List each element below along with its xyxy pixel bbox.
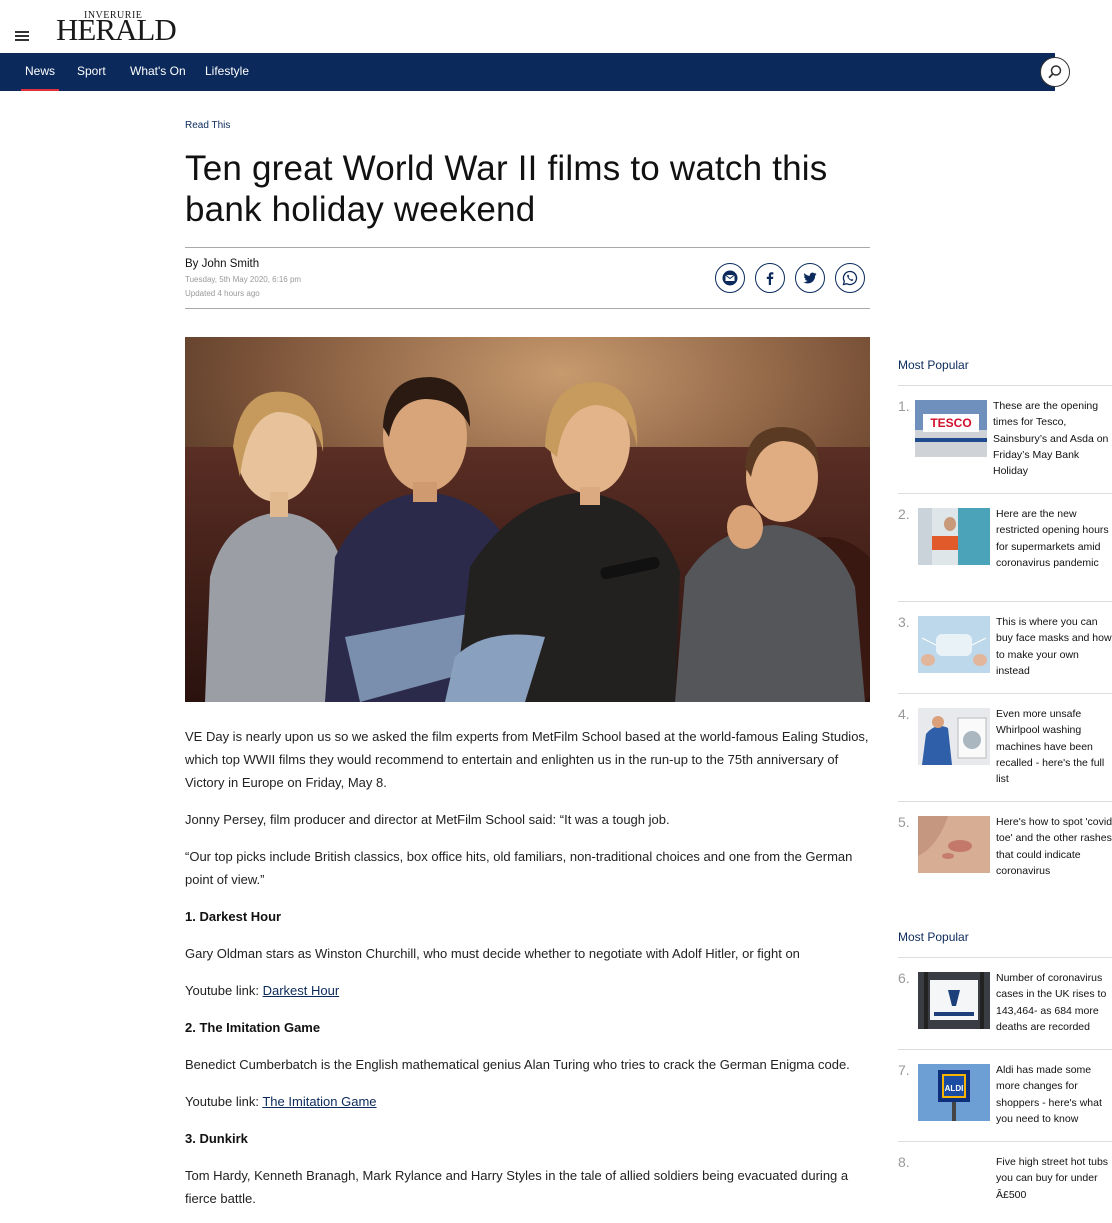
paragraph: Jonny Persey, film producer and director…	[185, 812, 670, 827]
thumbnail-image	[918, 508, 990, 565]
item-number: 3.	[898, 614, 910, 630]
thumbnail-face-mask	[918, 616, 990, 673]
list-item-link[interactable]: Five high street hot tubs you can buy fo…	[996, 1154, 1112, 1203]
article-kicker[interactable]: Read This	[185, 120, 230, 131]
nav-news[interactable]: News	[20, 53, 60, 91]
share-facebook-button[interactable]	[755, 263, 785, 293]
paragraph: “Our top picks include British classics,…	[185, 849, 853, 887]
paragraph: Benedict Cumberbatch is the English math…	[185, 1057, 850, 1072]
item-number: 6.	[898, 970, 910, 986]
search-icon	[1048, 65, 1062, 79]
item-number: 5.	[898, 814, 910, 830]
main-nav: News Sport What's On Lifestyle	[0, 53, 1055, 91]
paragraph: VE Day is nearly upon us so we asked the…	[185, 729, 869, 790]
thumbnail-image: ALDI	[918, 1064, 990, 1121]
list-item[interactable]: 8. Five high street hot tubs you can buy…	[898, 1141, 1112, 1223]
nav-lifestyle[interactable]: Lifestyle	[205, 53, 249, 91]
thumbnail-image: TESCO	[915, 400, 987, 457]
whatsapp-icon	[842, 270, 858, 286]
thumbnail-image	[918, 616, 990, 673]
item-number: 8.	[898, 1154, 910, 1170]
list-item-link[interactable]: These are the opening times for Tesco, S…	[993, 398, 1111, 479]
list-item[interactable]: 5. Here's how to spot 'covid toe' and th…	[898, 801, 1112, 909]
site-header: INVERURIE HERALD	[0, 0, 1112, 53]
thumbnail-image	[918, 972, 990, 1029]
item-number: 2.	[898, 506, 910, 522]
byline-prefix: By	[185, 258, 199, 270]
youtube-line: Youtube link: Darkest Hour	[185, 979, 875, 1002]
item-number: 1.	[898, 398, 910, 414]
thumbnail-washing-machine	[918, 708, 990, 765]
item-number: 7.	[898, 1062, 910, 1078]
share-email-button[interactable]	[715, 263, 745, 293]
youtube-link-darkest-hour[interactable]: Darkest Hour	[263, 983, 340, 998]
item-number: 4.	[898, 706, 910, 722]
youtube-label: Youtube link:	[185, 1094, 263, 1109]
menu-icon[interactable]	[15, 31, 29, 41]
list-item-link[interactable]: Here are the new restricted opening hour…	[996, 506, 1112, 571]
paragraph: Gary Oldman stars as Winston Churchill, …	[185, 946, 800, 961]
author-line: By John Smith	[185, 258, 259, 270]
share-twitter-button[interactable]	[795, 263, 825, 293]
youtube-label: Youtube link:	[185, 983, 263, 998]
nav-whats-on[interactable]: What's On	[130, 53, 186, 91]
site-logo[interactable]: INVERURIE HERALD	[56, 11, 178, 47]
thumbnail-aldi-label: ALDI	[945, 1084, 964, 1093]
updated-date: Updated 4 hours ago	[185, 289, 260, 298]
author-name[interactable]: John Smith	[202, 258, 260, 270]
list-item-link[interactable]: This is where you can buy face masks and…	[996, 614, 1112, 679]
thumbnail-tesco-label: TESCO	[930, 416, 971, 430]
list-item-link[interactable]: Even more unsafe Whirlpool washing machi…	[996, 706, 1112, 787]
film-heading: 1. Darkest Hour	[185, 909, 282, 924]
thumbnail-image	[918, 816, 990, 873]
youtube-link-imitation-game[interactable]: The Imitation Game	[262, 1094, 376, 1109]
youtube-line: Youtube link: The Imitation Game	[185, 1090, 875, 1113]
list-item[interactable]: 2. Here are the new restricted opening h…	[898, 493, 1112, 601]
paragraph: Tom Hardy, Kenneth Branagh, Mark Rylance…	[185, 1168, 849, 1206]
list-item-link[interactable]: Here's how to spot 'covid toe' and the o…	[996, 814, 1112, 879]
thumbnail-tesco: TESCO	[915, 400, 987, 457]
article-body: VE Day is nearly upon us so we asked the…	[185, 725, 875, 1223]
article-headline: Ten great World War II films to watch th…	[185, 149, 828, 229]
publish-date: Tuesday, 5th May 2020, 6:16 pm	[185, 275, 302, 284]
list-item-link[interactable]: Number of coronavirus cases in the UK ri…	[996, 970, 1112, 1035]
logo-big-text: HERALD	[56, 12, 177, 47]
nav-sport[interactable]: Sport	[77, 53, 106, 91]
film-heading: 3. Dunkirk	[185, 1131, 248, 1146]
email-icon	[722, 270, 738, 286]
thumbnail-supermarket	[918, 508, 990, 565]
hero-image-illustration	[185, 337, 870, 702]
hero-image	[185, 337, 870, 702]
search-button[interactable]	[1040, 57, 1070, 87]
thumbnail-coronavirus-sign	[918, 972, 990, 1029]
facebook-icon	[766, 272, 774, 285]
twitter-icon	[803, 272, 817, 284]
thumbnail-image	[918, 708, 990, 765]
sidebar-title: Most Popular	[898, 930, 969, 944]
thumbnail-aldi: ALDI	[918, 1064, 990, 1121]
list-item-link[interactable]: Aldi has made some more changes for shop…	[996, 1062, 1112, 1127]
list-item[interactable]: 1. TESCO These are the opening times for…	[898, 385, 1112, 493]
share-whatsapp-button[interactable]	[835, 263, 865, 293]
list-item[interactable]: 4. Even more unsafe Whirlpool washing ma…	[898, 693, 1112, 801]
film-heading: 2. The Imitation Game	[185, 1020, 321, 1035]
thumbnail-rash	[918, 816, 990, 873]
byline: By John Smith Tuesday, 5th May 2020, 6:1…	[185, 247, 870, 309]
sidebar-title: Most Popular	[898, 358, 969, 372]
